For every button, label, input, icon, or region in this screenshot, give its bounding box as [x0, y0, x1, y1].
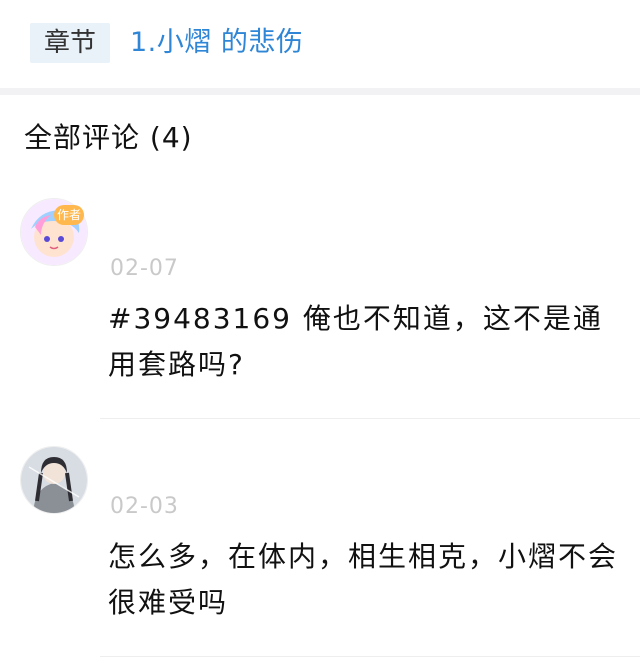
section-divider — [0, 88, 640, 95]
comment-date: 02-03 — [110, 494, 179, 519]
chapter-title-link[interactable]: 1.小熠 的悲伤 — [130, 23, 303, 63]
comment-divider — [100, 656, 640, 657]
chapter-tag: 章节 — [30, 23, 111, 63]
chapter-bar: 章节 1.小熠 的悲伤 — [0, 0, 640, 88]
avatar[interactable] — [20, 446, 88, 514]
comment-date: 02-07 — [110, 256, 179, 281]
author-badge: 作者 — [54, 205, 84, 225]
comment-divider — [100, 418, 640, 419]
comment-text: 怎么多，在体内，相生相克，小熠不会很难受吗 — [108, 540, 619, 619]
comments-header: 全部评论 (4) — [24, 121, 193, 154]
comment-text: #39483169 俺也不知道，这不是通用套路吗? — [108, 302, 603, 381]
